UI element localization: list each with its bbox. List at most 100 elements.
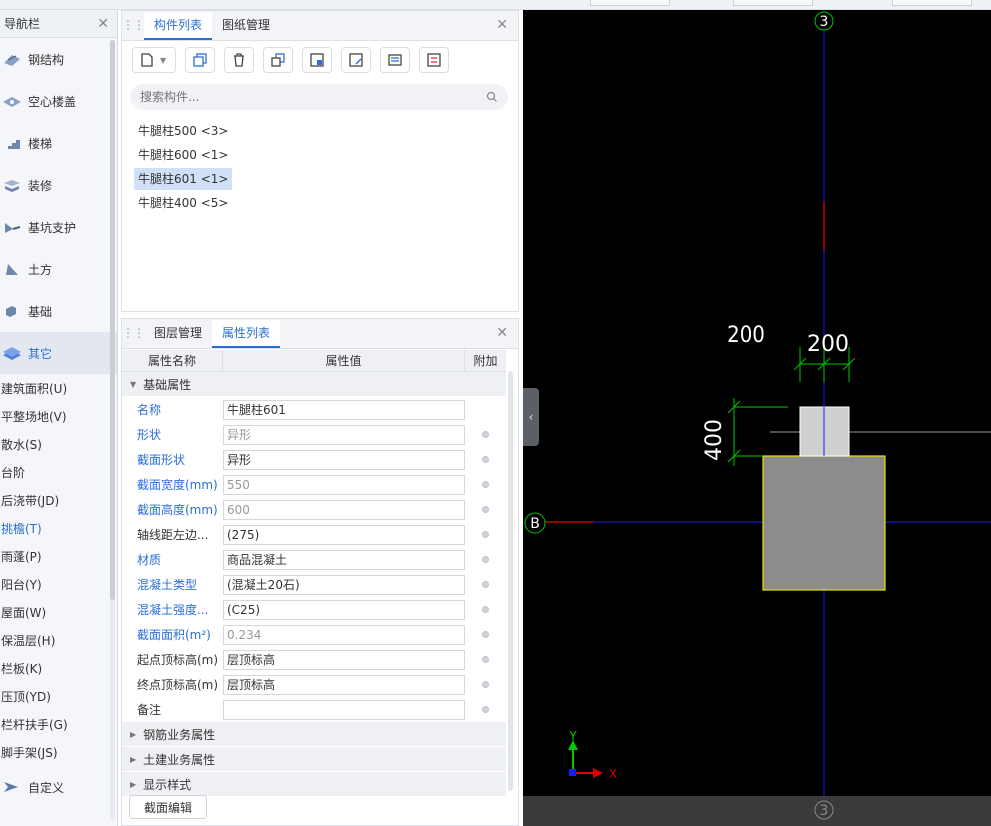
nav-subitem[interactable]: 雨蓬(P)	[0, 542, 117, 570]
attach-checkbox-icon[interactable]	[481, 606, 489, 613]
nav-subitem[interactable]: 散水(S)	[0, 430, 117, 458]
nav-category-item[interactable]: 其它	[0, 332, 117, 374]
nav-category-item[interactable]: 基坑支护	[0, 206, 117, 248]
nav-subitem[interactable]: 脚手架(JS)	[0, 738, 117, 766]
group-label: 钢筋业务属性	[143, 727, 216, 742]
import-component-button[interactable]	[302, 47, 332, 73]
nav-subitem[interactable]: 平整场地(V)	[0, 402, 117, 430]
attach-checkbox-icon[interactable]	[481, 431, 489, 438]
nav-scrollbar[interactable]	[110, 40, 115, 820]
property-name: 混凝土类型	[137, 578, 198, 592]
nav-subitem[interactable]: 栏板(K)	[0, 654, 117, 682]
tab-drawing-management[interactable]: 图纸管理	[212, 12, 280, 40]
nav-category-item[interactable]: 土方	[0, 248, 117, 290]
group-display-style[interactable]: ▶ 显示样式	[122, 772, 506, 797]
new-component-button[interactable]: ▼	[132, 47, 176, 73]
property-value-field[interactable]	[223, 699, 465, 720]
ucs-label-y: Y	[568, 729, 577, 743]
attach-checkbox-icon[interactable]	[481, 681, 489, 688]
nav-subitem-list: 建筑面积(U) 平整场地(V) 散水(S) 台阶 后浇带(JD) 挑檐(T) 雨蓬(P) 阳台…	[0, 374, 117, 766]
collapse-panel-button[interactable]: ‹	[523, 388, 539, 446]
component-list: 牛腿柱500 <3> 牛腿柱600 <1> 牛腿柱601 <1> 牛腿柱400 <5>	[122, 120, 518, 214]
cad-drawing[interactable]: 3 3 B 200 200 400 Y X	[523, 10, 991, 826]
close-icon[interactable]: ✕	[496, 325, 508, 341]
attach-checkbox-icon[interactable]	[481, 581, 489, 588]
property-value-field[interactable]: 层顶标高	[223, 649, 465, 670]
tab-layer-management[interactable]: 图层管理	[144, 320, 212, 348]
close-icon[interactable]: ✕	[97, 16, 109, 32]
nav-category-item[interactable]: 楼梯	[0, 122, 117, 164]
property-value-field[interactable]: 异形	[223, 449, 465, 470]
attach-checkbox-icon[interactable]	[481, 631, 489, 638]
copy-component-button[interactable]	[185, 47, 215, 73]
hollow-floor-icon	[2, 93, 22, 109]
component-list-item[interactable]: 牛腿柱400 <5>	[134, 192, 232, 214]
drag-handle-icon[interactable]: ⋮⋮	[122, 10, 145, 40]
attach-checkbox-icon[interactable]	[481, 656, 489, 663]
nav-subitem[interactable]: 屋面(W)	[0, 598, 117, 626]
property-value-field[interactable]: (混凝土20石)	[223, 574, 465, 595]
property-value-field[interactable]: 异形	[223, 424, 465, 445]
nav-category-item[interactable]: 钢结构	[0, 38, 117, 80]
property-extra-cell	[465, 506, 505, 513]
component-properties-button[interactable]	[380, 47, 410, 73]
app-window: 导航栏 ✕ 钢结构 空心楼盖 楼梯 装修 基坑支护 土方 基础 其它 建筑面积(U) 平整场地(…	[0, 0, 991, 826]
attach-checkbox-icon[interactable]	[481, 481, 489, 488]
component-list-item[interactable]: 牛腿柱601 <1>	[134, 168, 233, 190]
component-list-item[interactable]: 牛腿柱600 <1>	[134, 144, 232, 166]
axis-label-bottom: 3	[820, 803, 829, 819]
property-value-field[interactable]: 层顶标高	[223, 674, 465, 695]
attach-checkbox-icon[interactable]	[481, 706, 489, 713]
stairs-icon	[2, 135, 22, 151]
property-name: 形状	[137, 428, 162, 442]
drawing-canvas[interactable]: 3 3 B 200 200 400 Y X	[523, 10, 991, 826]
section-edit-button[interactable]: 截面编辑	[129, 795, 207, 819]
nav-subitem[interactable]: 保温层(H)	[0, 626, 117, 654]
property-value-field[interactable]: 550	[223, 474, 465, 495]
tab-property-list[interactable]: 属性列表	[212, 320, 281, 348]
chevron-down-icon[interactable]: ▼	[160, 56, 166, 65]
nav-category-custom[interactable]: 自定义	[0, 766, 117, 808]
component-table-button[interactable]	[419, 47, 449, 73]
nav-subitem[interactable]: 后浇带(JD)	[0, 486, 117, 514]
nav-subitem[interactable]: 挑檐(T)	[0, 514, 117, 542]
close-icon[interactable]: ✕	[496, 17, 508, 33]
nav-subitem[interactable]: 压顶(YD)	[0, 682, 117, 710]
duplicate-layer-button[interactable]	[263, 47, 293, 73]
export-icon	[349, 53, 363, 67]
toolbar-stub	[733, 0, 813, 6]
nav-category-item[interactable]: 基础	[0, 290, 117, 332]
nav-scrollbar-thumb[interactable]	[110, 40, 115, 600]
ucs-label-x: X	[609, 767, 617, 781]
attach-checkbox-icon[interactable]	[481, 506, 489, 513]
component-search-box[interactable]	[130, 84, 508, 110]
property-value-field[interactable]: 600	[223, 499, 465, 520]
nav-subitem[interactable]: 台阶	[0, 458, 117, 486]
group-civil-properties[interactable]: ▶ 土建业务属性	[122, 747, 506, 772]
nav-category-item[interactable]: 装修	[0, 164, 117, 206]
nav-category-label: 土方	[28, 262, 53, 277]
drag-handle-icon[interactable]: ⋮⋮	[122, 318, 145, 348]
property-scrollbar[interactable]	[508, 371, 513, 791]
top-toolbar-strip	[0, 0, 991, 10]
nav-subitem[interactable]: 建筑面积(U)	[0, 374, 117, 402]
group-rebar-properties[interactable]: ▶ 钢筋业务属性	[122, 722, 506, 747]
attach-checkbox-icon[interactable]	[481, 556, 489, 563]
property-value-field[interactable]: 牛腿柱601	[223, 399, 465, 420]
delete-component-button[interactable]	[224, 47, 254, 73]
nav-subitem[interactable]: 阳台(Y)	[0, 570, 117, 598]
property-value-field[interactable]: (275)	[223, 524, 465, 545]
property-row: 混凝土强度... (C25)	[122, 597, 506, 622]
group-basic-properties[interactable]: ▼ 基础属性	[122, 372, 506, 397]
attach-checkbox-icon[interactable]	[481, 531, 489, 538]
nav-category-item[interactable]: 空心楼盖	[0, 80, 117, 122]
export-component-button[interactable]	[341, 47, 371, 73]
component-list-item[interactable]: 牛腿柱500 <3>	[134, 120, 232, 142]
component-search-input[interactable]	[140, 90, 440, 104]
property-value-field[interactable]: 0.234	[223, 624, 465, 645]
attach-checkbox-icon[interactable]	[481, 456, 489, 463]
tab-component-list[interactable]: 构件列表	[144, 12, 213, 40]
nav-subitem[interactable]: 栏杆扶手(G)	[0, 710, 117, 738]
property-value-field[interactable]: 商品混凝土	[223, 549, 465, 570]
property-value-field[interactable]: (C25)	[223, 599, 465, 620]
